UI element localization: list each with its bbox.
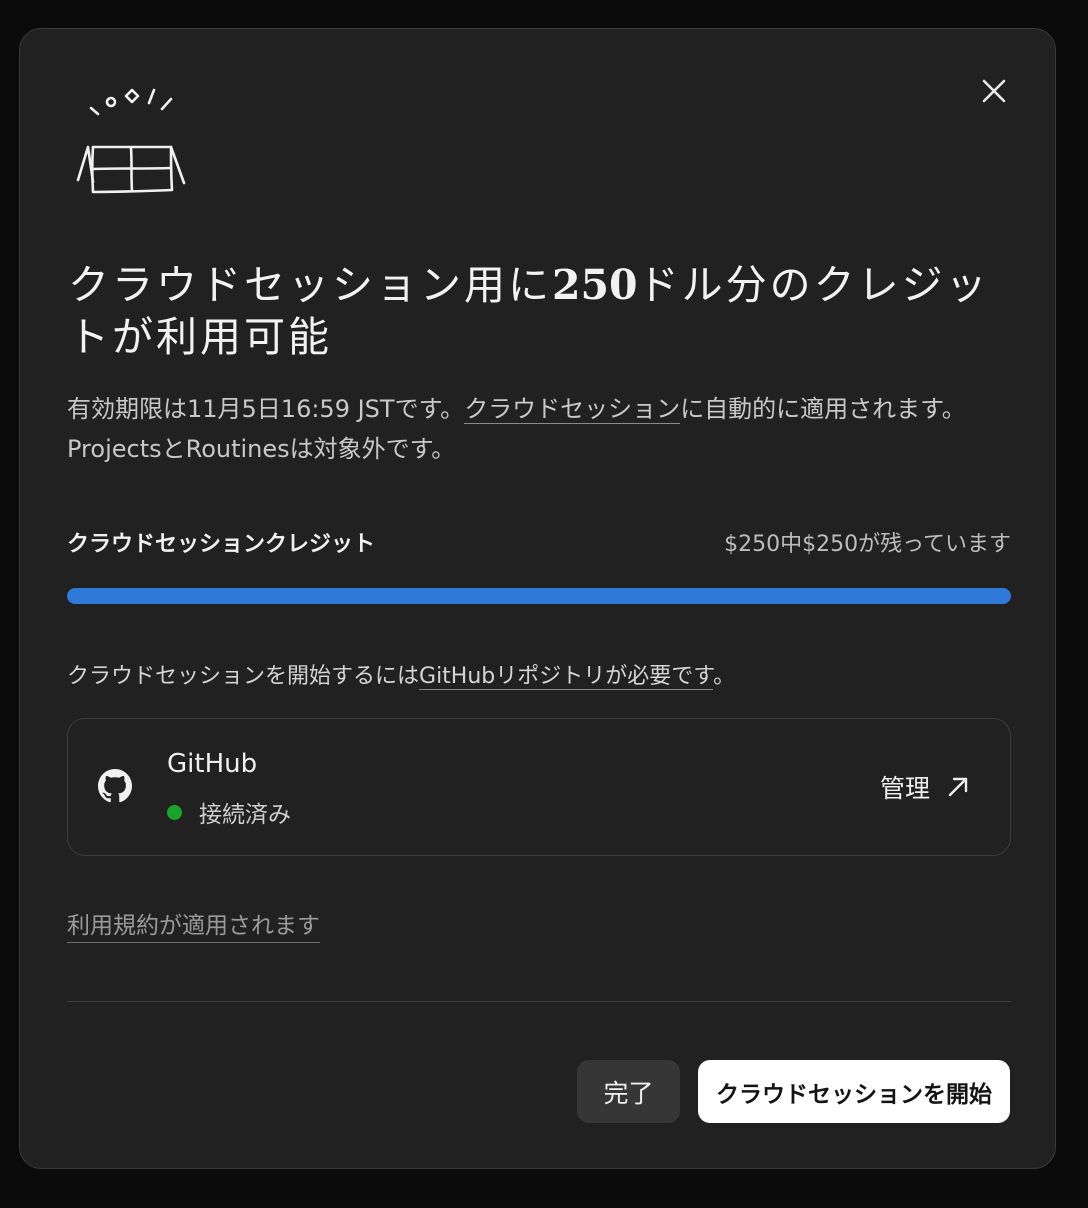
github-name: GitHub bbox=[167, 749, 258, 779]
github-icon bbox=[98, 769, 132, 803]
desc-apply-text: に自動的に適用されます。 bbox=[680, 395, 966, 423]
arrow-up-right-icon bbox=[948, 777, 968, 797]
terms-link[interactable]: 利用規約が適用されます bbox=[67, 910, 320, 943]
repo-note-period: 。 bbox=[713, 664, 736, 689]
credits-header: クラウドセッションクレジット $250中$250が残っています bbox=[67, 526, 1011, 558]
github-repo-link[interactable]: GitHubリポジトリが必要です bbox=[419, 664, 714, 690]
credits-progress-fill bbox=[67, 588, 1011, 604]
connected-status-dot bbox=[167, 804, 182, 820]
gift-box-icon bbox=[76, 88, 186, 194]
credits-remaining: $250中$250が残っています bbox=[724, 532, 1011, 557]
github-status-text: 接続済み bbox=[199, 802, 291, 828]
desc-exclusion-text: ProjectsとRoutinesは対象外です。 bbox=[67, 435, 456, 463]
close-icon bbox=[982, 79, 1006, 103]
github-status: 接続済み bbox=[167, 795, 291, 829]
title-prefix: クラウドセッション用に bbox=[68, 261, 552, 309]
dialog-description: 有効期限は11月5日16:59 JSTです。クラウドセッションに自動的に適用され… bbox=[67, 389, 1017, 469]
manage-github-button[interactable]: 管理 bbox=[880, 769, 970, 805]
dialog-title: クラウドセッション用に250ドル分のクレジットが利用可能 bbox=[68, 259, 998, 363]
credits-label: クラウドセッションクレジット bbox=[67, 532, 376, 557]
cloud-credits-dialog: クラウドセッション用に250ドル分のクレジットが利用可能 有効期限は11月5日1… bbox=[19, 28, 1056, 1169]
cloud-session-link[interactable]: クラウドセッション bbox=[464, 395, 681, 424]
desc-expiry-text: 有効期限は11月5日16:59 JSTです。 bbox=[67, 395, 465, 423]
repo-requirement-note: クラウドセッションを開始するにはGitHubリポジトリが必要です。 bbox=[67, 658, 735, 690]
done-button[interactable]: 完了 bbox=[577, 1060, 680, 1123]
footer-divider bbox=[67, 1001, 1011, 1002]
github-connection-card: GitHub 接続済み 管理 bbox=[67, 718, 1011, 856]
close-button[interactable] bbox=[978, 75, 1010, 107]
repo-note-text: クラウドセッションを開始するには bbox=[67, 664, 420, 689]
start-cloud-session-button[interactable]: クラウドセッションを開始 bbox=[698, 1060, 1010, 1123]
title-amount: 250 bbox=[552, 261, 638, 309]
credits-progress-bar bbox=[67, 588, 1011, 604]
manage-label: 管理 bbox=[879, 774, 930, 803]
